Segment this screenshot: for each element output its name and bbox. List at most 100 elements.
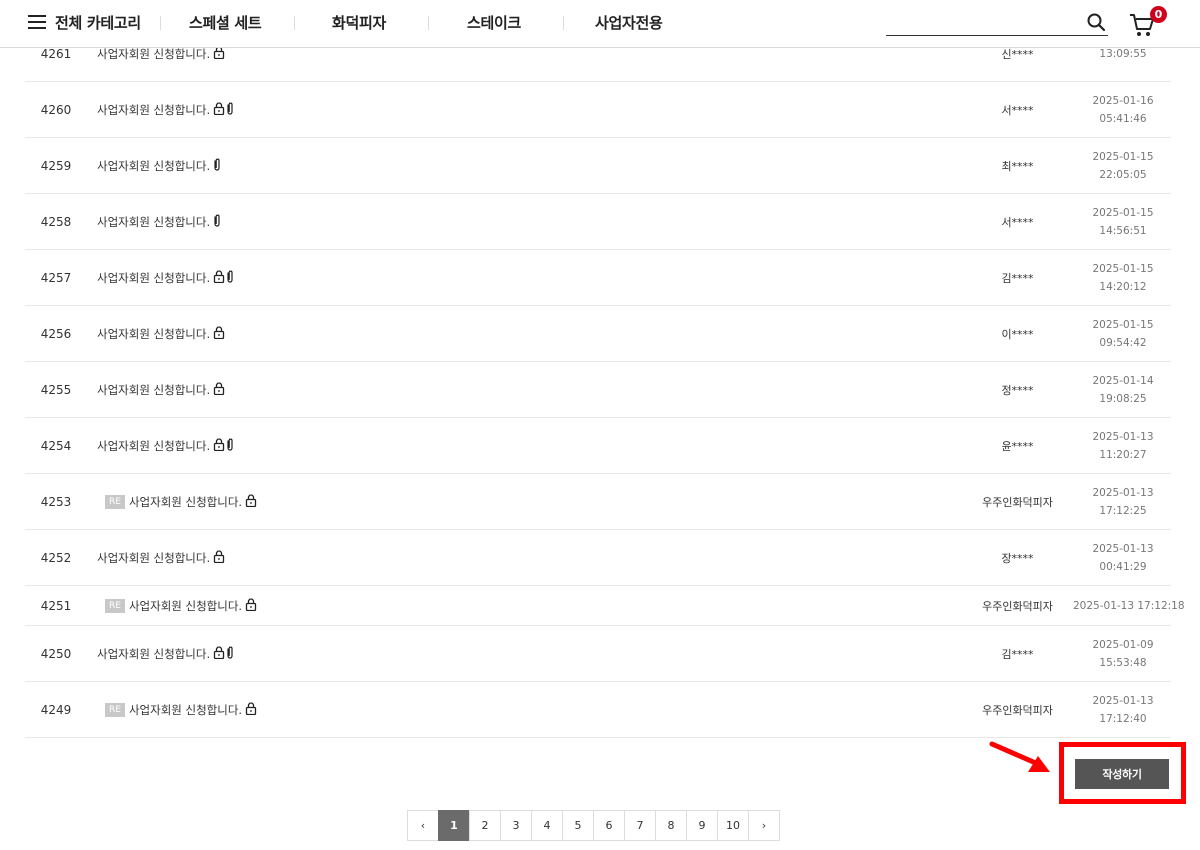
lock-icon: [213, 101, 225, 118]
page-number-button[interactable]: 3: [500, 810, 532, 841]
post-date-day: 2025-01-13: [1092, 430, 1154, 443]
table-row[interactable]: 4252 사업자회원 신청합니다. 장**** 2025-01-13 00:41:29: [25, 530, 1171, 586]
nav-divider: [428, 16, 429, 30]
post-title-text: 사업자회원 신청합니다.: [97, 102, 211, 117]
post-writer: 이****: [1001, 327, 1034, 341]
lock-icon: [213, 549, 225, 566]
nav-business-only[interactable]: 사업자전용: [595, 12, 663, 33]
post-title-link[interactable]: RE 사업자회원 신청합니다.: [105, 493, 257, 510]
post-date-time: 19:08:25: [1099, 392, 1147, 405]
table-row[interactable]: 4260 사업자회원 신청합니다. 서**** 2025-01-16 05:41:46: [25, 82, 1171, 138]
post-date: 2025-01-14 19:08:25: [1073, 372, 1173, 408]
post-number: 4258: [40, 214, 72, 229]
post-title-link[interactable]: 사업자회원 신청합니다.: [97, 214, 221, 230]
post-title-link[interactable]: 사업자회원 신청합니다.: [97, 269, 234, 286]
page-number-button[interactable]: 9: [686, 810, 718, 841]
table-row[interactable]: 4253 RE 사업자회원 신청합니다. 우주인화덕피자 2025-01-13 17:12…: [25, 474, 1171, 530]
paperclip-icon: [226, 270, 234, 286]
paperclip-icon: [213, 158, 221, 174]
post-date-time: 00:41:29: [1099, 560, 1147, 573]
post-title-link[interactable]: 사업자회원 신청합니다.: [97, 645, 234, 662]
post-date: 2025-01-13 11:20:27: [1073, 428, 1173, 464]
table-row[interactable]: 4256 사업자회원 신청합니다. 이**** 2025-01-15 09:54:42: [25, 306, 1171, 362]
lock-icon: [245, 701, 257, 718]
paperclip-icon: [226, 646, 234, 662]
page-number-button[interactable]: 7: [624, 810, 656, 841]
post-date-day: 2025-01-15: [1092, 206, 1154, 219]
search-icon[interactable]: [1086, 12, 1106, 32]
post-writer: 윤****: [1001, 439, 1034, 453]
page-number-button[interactable]: 6: [593, 810, 625, 841]
nav-wood-fired-pizza[interactable]: 화덕피자: [332, 12, 386, 33]
prev-page-button[interactable]: ‹: [407, 810, 439, 841]
post-title-link[interactable]: 사업자회원 신청합니다.: [97, 101, 234, 118]
page-number-button[interactable]: 10: [717, 810, 749, 841]
page-number-button[interactable]: 5: [562, 810, 594, 841]
lock-icon: [213, 381, 225, 398]
post-number: 4260: [40, 102, 72, 117]
post-number: 4257: [40, 270, 72, 285]
post-title-text: 사업자회원 신청합니다.: [128, 702, 243, 717]
post-title-link[interactable]: 사업자회원 신청합니다.: [97, 549, 225, 566]
menu-icon[interactable]: [28, 15, 46, 31]
post-date-day: 2025-01-13: [1092, 486, 1154, 499]
post-date-day: 2025-01-16: [1092, 94, 1154, 107]
write-button[interactable]: 작성하기: [1075, 759, 1169, 789]
table-row[interactable]: 4249 RE 사업자회원 신청합니다. 우주인화덕피자 2025-01-13 17:12…: [25, 682, 1171, 738]
page-number-button[interactable]: 2: [469, 810, 501, 841]
cart-button[interactable]: 0: [1128, 6, 1168, 40]
post-date-time: 22:05:05: [1099, 168, 1147, 181]
lock-icon: [213, 437, 225, 454]
post-title-text: 사업자회원 신청합니다.: [128, 598, 243, 613]
table-row[interactable]: 4259 사업자회원 신청합니다. 최**** 2025-01-15 22:05:05: [25, 138, 1171, 194]
nav-divider: [563, 16, 564, 30]
post-date: 2025-01-15 09:54:42: [1073, 316, 1173, 352]
post-number: 4255: [40, 382, 72, 397]
table-row[interactable]: 4258 사업자회원 신청합니다. 서**** 2025-01-15 14:56:51: [25, 194, 1171, 250]
table-row[interactable]: 4254 사업자회원 신청합니다. 윤**** 2025-01-13 11:20:27: [25, 418, 1171, 474]
paperclip-icon: [226, 438, 234, 454]
post-date-time: 11:20:27: [1099, 448, 1147, 461]
post-title-link[interactable]: 사업자회원 신청합니다.: [97, 325, 225, 342]
paperclip-icon: [226, 102, 234, 118]
post-title-text: 사업자회원 신청합니다.: [128, 494, 243, 509]
table-row[interactable]: 4255 사업자회원 신청합니다. 정**** 2025-01-14 19:08:25: [25, 362, 1171, 418]
table-row[interactable]: 4257 사업자회원 신청합니다. 김**** 2025-01-15 14:20:12: [25, 250, 1171, 306]
post-date-day: 2025-01-13 17:12:18: [1073, 599, 1185, 612]
nav-all-category[interactable]: 전체 카테고리: [55, 12, 141, 33]
table-row[interactable]: 4250 사업자회원 신청합니다. 김**** 2025-01-09 15:53:48: [25, 626, 1171, 682]
nav-steak[interactable]: 스테이크: [467, 12, 521, 33]
page-number-button[interactable]: 4: [531, 810, 563, 841]
reply-badge: RE: [105, 494, 125, 509]
post-title-text: 사업자회원 신청합니다.: [97, 270, 211, 285]
lock-icon: [245, 597, 257, 614]
post-title-link[interactable]: 사업자회원 신청합니다.: [97, 158, 221, 174]
post-number: 4252: [40, 550, 72, 565]
arrow-pointer-icon: [989, 741, 1050, 772]
post-title-link[interactable]: 사업자회원 신청합니다.: [97, 381, 225, 398]
post-title-link[interactable]: RE 사업자회원 신청합니다.: [105, 701, 257, 718]
post-title-text: 사업자회원 신청합니다.: [97, 550, 211, 565]
post-date-day: 2025-01-13: [1092, 694, 1154, 707]
post-date: 2025-01-15 14:20:12: [1073, 260, 1173, 296]
page-number-button[interactable]: 1: [438, 810, 470, 841]
post-writer: 김****: [1001, 271, 1034, 285]
next-page-button[interactable]: ›: [748, 810, 780, 841]
post-writer: 우주인화덕피자: [982, 495, 1053, 509]
post-number: 4256: [40, 326, 72, 341]
search-input[interactable]: [886, 8, 1076, 34]
post-writer: 최****: [1001, 159, 1034, 173]
post-writer: 서****: [1001, 103, 1034, 117]
nav-divider: [160, 16, 161, 30]
nav-divider: [294, 16, 295, 30]
page-number-button[interactable]: 8: [655, 810, 687, 841]
post-date-time: 05:41:46: [1099, 112, 1147, 125]
post-title-link[interactable]: RE 사업자회원 신청합니다.: [105, 597, 257, 614]
post-writer: 김****: [1001, 647, 1034, 661]
table-row[interactable]: 4251 RE 사업자회원 신청합니다. 우주인화덕피자 2025-01-13 17:1…: [25, 586, 1185, 626]
post-date-time: 17:12:25: [1099, 504, 1147, 517]
nav-special-set[interactable]: 스페셜 세트: [189, 12, 262, 33]
post-title-link[interactable]: 사업자회원 신청합니다.: [97, 437, 234, 454]
post-title-text: 사업자회원 신청합니다.: [97, 438, 211, 453]
post-date-time: 14:20:12: [1099, 280, 1147, 293]
